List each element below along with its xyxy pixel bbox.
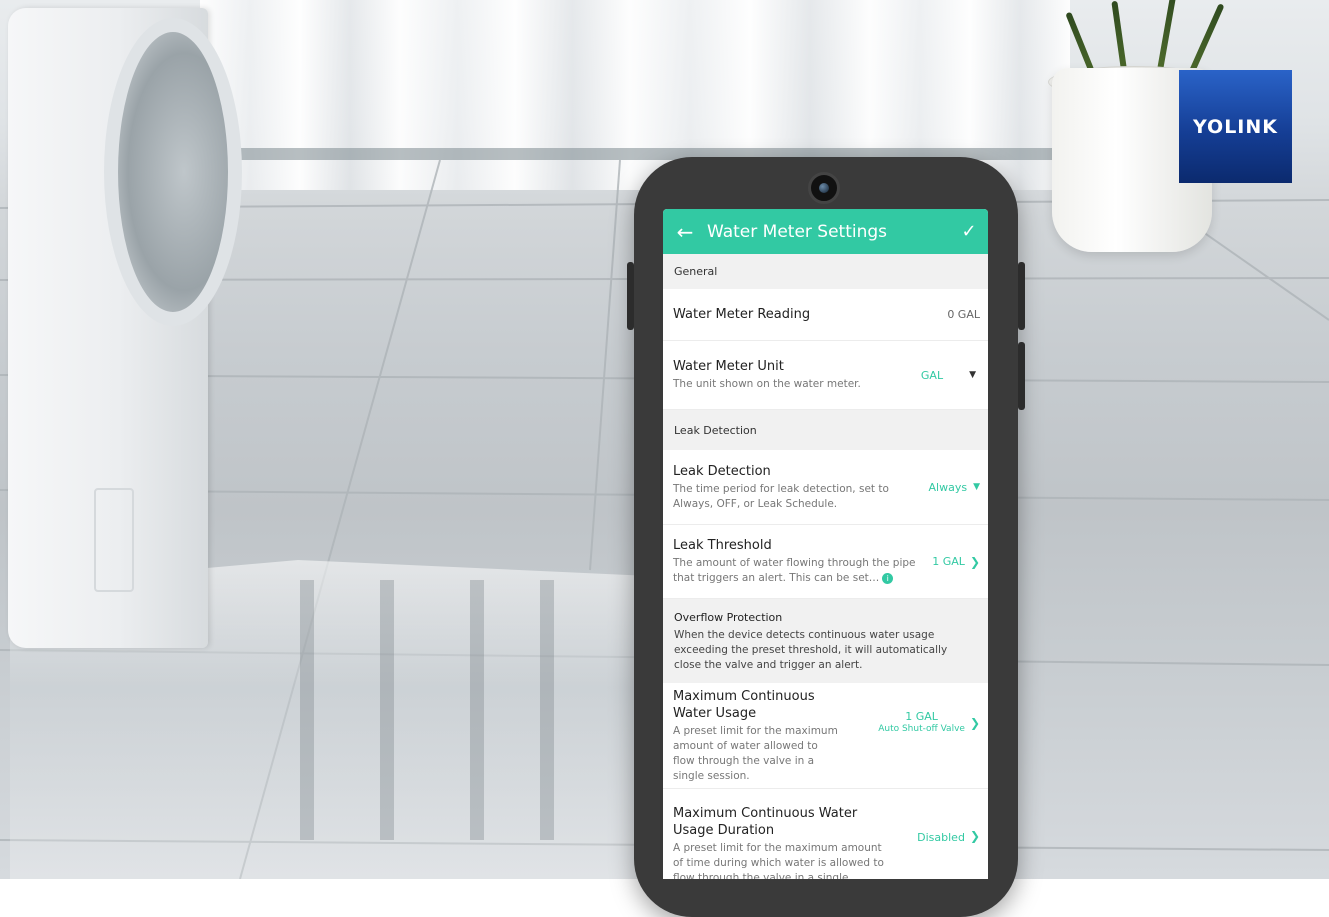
phone-volume-down [1018,342,1025,410]
page-title: Water Meter Settings [707,221,888,242]
chevron-right-icon[interactable]: ❯ [970,716,980,730]
max-duration-value[interactable]: Disabled [917,831,965,844]
max-usage-row[interactable]: Maximum Continuous Water Usage A preset … [663,683,988,789]
max-usage-description: A preset limit for the maximum amount of… [673,724,838,782]
leak-threshold-desc-wrap: The amount of water flowing through the … [673,556,932,586]
reflection [380,580,394,840]
washing-machine [8,8,242,648]
max-duration-row[interactable]: Maximum Continuous Water Usage Duration … [663,789,988,879]
max-usage-value: 1 GAL [905,709,938,723]
leak-threshold-description: The amount of water flowing through the … [673,557,916,584]
section-header-leak-detection: Leak Detection [663,410,988,450]
reflection [540,580,554,840]
check-icon[interactable]: ✓ [950,221,988,242]
reflection [470,580,484,840]
max-usage-label: Maximum Continuous Water Usage [673,688,815,721]
leak-threshold-row[interactable]: Leak Threshold The amount of water flowi… [663,525,988,599]
overflow-description: When the device detects continuous water… [674,629,948,671]
max-usage-subvalue: Auto Shut-off Valve [878,723,965,734]
caret-down-icon[interactable]: ▼ [969,370,976,380]
logo-text: YOLINK [1192,115,1279,138]
overflow-title: Overflow Protection [674,611,783,624]
overflow-protection-section: Overflow Protection When the device dete… [663,599,988,683]
app-header: ← Water Meter Settings ✓ [663,209,988,254]
leak-detection-value[interactable]: Always [929,481,968,494]
washer-panel [94,488,134,592]
yolink-logo: YOLINK [1179,70,1292,183]
app-screen: ← Water Meter Settings ✓ General Water M… [663,209,988,879]
max-duration-label: Maximum Continuous Water Usage Duration [673,806,858,838]
water-meter-reading-row[interactable]: Water Meter Reading 0 GAL [663,289,988,341]
unit-label: Water Meter Unit [673,359,784,374]
leak-detection-description: The time period for leak detection, set … [673,482,889,510]
caret-down-icon[interactable]: ▼ [973,482,980,492]
washer-door [104,18,242,326]
arrow-left-icon[interactable]: ← [663,220,707,244]
reading-value: 0 GAL [947,308,980,321]
section-header-general: General [663,254,988,289]
leak-threshold-value[interactable]: 1 GAL [932,555,965,568]
leak-detection-row[interactable]: Leak Detection The time period for leak … [663,450,988,525]
info-icon[interactable]: i [882,572,894,584]
leak-detection-label: Leak Detection [673,463,771,479]
unit-value[interactable]: GAL [921,369,943,382]
chevron-right-icon[interactable]: ❯ [970,555,980,569]
chevron-right-icon[interactable]: ❯ [970,829,980,843]
water-meter-unit-row[interactable]: Water Meter Unit The unit shown on the w… [663,341,988,410]
leak-threshold-label: Leak Threshold [673,538,772,553]
max-duration-description: A preset limit for the maximum amount of… [673,842,884,879]
front-camera [808,172,840,204]
phone-volume-up [1018,262,1025,330]
reflection [300,580,314,840]
phone-side-button [627,262,634,330]
max-usage-value-block[interactable]: 1 GAL Auto Shut-off Valve [878,710,965,736]
reading-label: Water Meter Reading [673,307,811,322]
unit-description: The unit shown on the water meter. [673,378,861,390]
